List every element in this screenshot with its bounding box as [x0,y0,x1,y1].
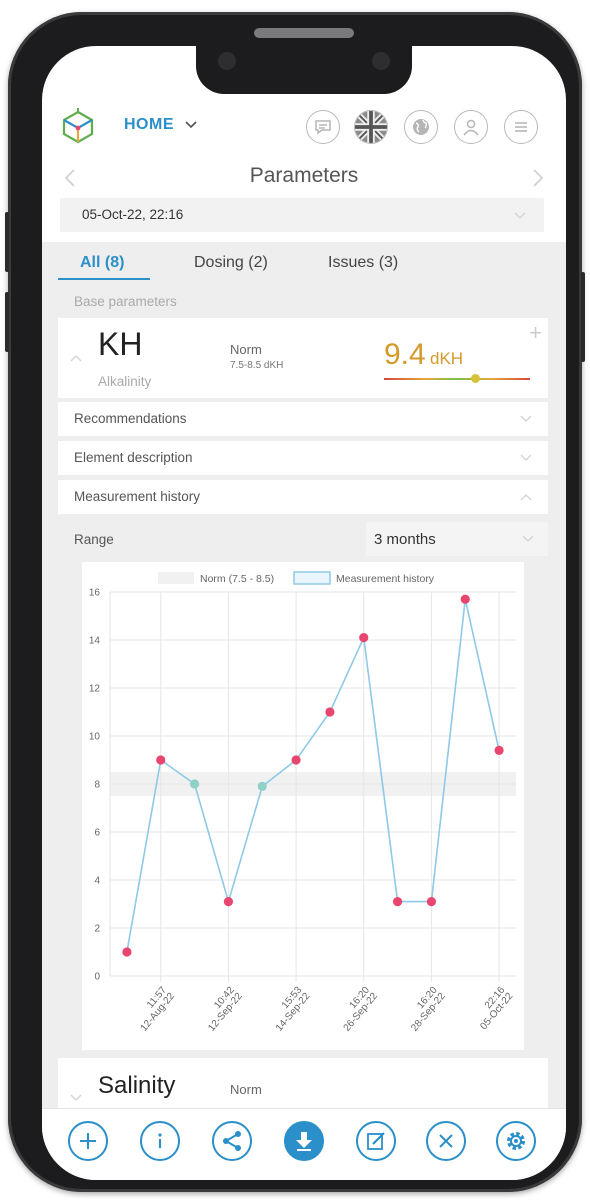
legend-history-swatch [293,571,331,585]
chevron-up-icon[interactable] [70,352,82,364]
front-sensor [372,52,390,70]
user-icon[interactable] [454,110,488,144]
norm-range: 7.5-8.5 dKH [230,360,284,371]
data-point [494,745,504,755]
chart-svg: Norm (7.5 - 8.5) Measurement history 0 2 4 6 8… [89,571,516,1034]
chat-icon[interactable] [306,110,340,144]
app-header: HOME [42,102,566,152]
norm-indicator-bar [384,378,530,380]
tab-dosing[interactable]: Dosing (2) [194,254,268,272]
norm-label: Norm [230,1082,262,1097]
measurement-history-row[interactable]: Measurement history [58,480,548,514]
recommendations-label: Recommendations [74,411,187,426]
edit-icon[interactable] [356,1121,396,1161]
settings-icon[interactable] [496,1121,536,1161]
legend-norm-swatch [158,572,194,584]
measurement-history-label: Measurement history [74,489,201,504]
chevron-down-icon [520,454,532,461]
add-measurement-icon[interactable]: + [529,320,542,346]
tab-issues[interactable]: Issues (3) [328,254,398,272]
range-value: 3 months [374,531,436,548]
y-tick-label: 4 [94,876,100,887]
download-icon[interactable] [284,1121,324,1161]
y-tick-label: 2 [94,924,100,935]
range-label: Range [74,532,114,547]
chevron-down-icon [514,212,526,219]
volume-up-button [5,212,9,272]
volume-down-button [5,292,9,352]
chevron-down-icon [520,415,532,422]
range-row: Range 3 months [58,520,548,560]
tab-bar: All (8) Dosing (2) Issues (3) [42,242,566,286]
data-point [325,707,335,717]
language-flag-icon[interactable] [354,110,388,144]
norm-label: Norm [230,342,262,357]
y-tick-label: 8 [94,780,100,791]
speaker-grille [254,28,354,38]
chevron-down-icon [522,535,534,542]
chevron-down-icon[interactable] [184,118,198,132]
app-screen: HOME Parameters 05-Oct-22, 22:16 All (8)… [42,46,566,1180]
parameter-value: 9.4 [384,338,426,371]
legend-history-label: Measurement history [336,573,435,585]
data-point [223,897,234,907]
info-icon[interactable] [140,1121,180,1161]
close-icon[interactable] [426,1121,466,1161]
home-dropdown-label[interactable]: HOME [124,116,174,134]
norm-indicator-dot [471,374,481,383]
phone-frame: HOME Parameters 05-Oct-22, 22:16 All (8)… [5,12,585,1192]
data-point [122,947,132,957]
add-icon[interactable] [68,1121,108,1161]
date-select[interactable]: 05-Oct-22, 22:16 [60,198,544,232]
data-point [426,897,437,907]
data-point [189,779,200,789]
chevron-down-icon[interactable] [70,1092,82,1104]
bottom-toolbar [42,1108,566,1180]
front-camera [218,52,236,70]
next-arrow-icon[interactable] [532,168,544,188]
title-row: Parameters [42,158,566,194]
data-point [257,781,267,791]
power-button [581,272,585,362]
range-select[interactable]: 3 months [366,522,548,556]
y-tick-label: 14 [89,636,101,647]
page-title: Parameters [249,164,359,187]
y-tick-label: 0 [94,972,100,983]
globe-icon[interactable] [404,110,438,144]
share-icon[interactable] [212,1121,252,1161]
parameter-symbol: Salinity [98,1072,176,1099]
app-logo-icon[interactable] [58,106,98,146]
tab-all[interactable]: All (8) [80,254,124,272]
parameter-name: Alkalinity [98,374,152,389]
active-tab-underline [58,278,150,280]
parameter-unit: dKH [430,349,464,368]
data-point [460,594,470,604]
y-tick-label: 16 [89,588,101,599]
y-tick-label: 6 [94,828,100,839]
element-description-label: Element description [74,450,193,465]
notch [196,46,412,94]
date-value: 05-Oct-22, 22:16 [82,207,184,222]
chevron-up-icon [520,494,532,501]
data-point [156,755,166,765]
menu-icon[interactable] [504,110,538,144]
data-point [392,897,403,907]
recommendations-row[interactable]: Recommendations [58,402,548,436]
data-point [359,633,369,643]
parameter-symbol: KH [98,326,143,362]
legend-norm-label: Norm (7.5 - 8.5) [200,573,274,585]
y-tick-label: 10 [89,732,101,743]
section-label-base-parameters: Base parameters [74,294,177,309]
parameter-card-kh[interactable]: KH Alkalinity Norm 7.5-8.5 dKH 9.4 dKH + [58,318,548,398]
data-point [291,755,301,765]
measurement-chart: Norm (7.5 - 8.5) Measurement history 0 2 4 6 8… [82,562,524,1050]
element-description-row[interactable]: Element description [58,441,548,475]
y-tick-label: 12 [89,684,101,695]
parameter-card-salinity[interactable]: Salinity Norm [58,1058,548,1108]
